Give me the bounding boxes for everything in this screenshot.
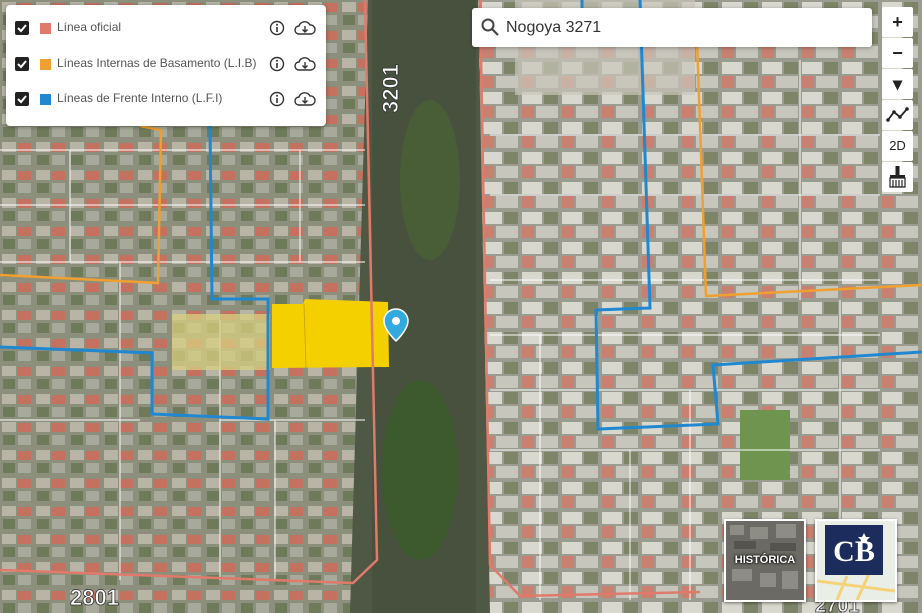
layer-checkbox[interactable] (15, 21, 29, 35)
coldwell-banker-cb-logo: CB (817, 521, 895, 600)
layer-color-swatch (40, 59, 51, 70)
cloud-download-icon[interactable] (294, 20, 316, 36)
brand-basemap-thumbnail[interactable]: CB (815, 519, 897, 602)
street-number-label: 2801 (70, 585, 119, 610)
svg-text:CB: CB (833, 535, 875, 568)
line-measure-icon (886, 107, 909, 122)
historical-basemap-thumbnail[interactable]: HISTÓRICA (724, 519, 806, 602)
minus-icon: − (892, 43, 903, 63)
street-number-label: 3201 (378, 64, 403, 113)
layer-checkbox[interactable] (15, 92, 29, 106)
layer-label: Líneas de Frente Interno (L.F.I) (57, 91, 223, 105)
compass-icon: ▾ (892, 74, 903, 94)
view-mode-button[interactable]: 2D (882, 131, 913, 161)
layer-color-swatch (40, 94, 51, 105)
address-search-box (472, 8, 872, 47)
info-circle-icon[interactable] (269, 20, 285, 36)
cloud-download-icon[interactable] (294, 56, 316, 72)
cloud-download-icon[interactable] (294, 91, 316, 107)
broom-icon (889, 166, 906, 188)
info-circle-icon[interactable] (269, 91, 285, 107)
layer-legend-panel: Línea oficial Líneas Internas de Basamen… (6, 5, 326, 126)
measure-button[interactable] (882, 100, 913, 130)
zoom-in-button[interactable]: + (882, 7, 913, 37)
clear-button[interactable] (882, 162, 913, 192)
layer-row-lfi: Líneas de Frente Interno (L.F.I) (6, 84, 326, 114)
view-mode-label: 2D (889, 138, 906, 153)
layer-row-linea-oficial: Línea oficial (6, 13, 326, 43)
historical-label: HISTÓRICA (734, 554, 796, 566)
search-input[interactable] (506, 8, 856, 47)
layer-color-swatch (40, 23, 51, 34)
zoom-out-button[interactable]: − (882, 38, 913, 68)
layer-checkbox[interactable] (15, 57, 29, 71)
layer-label: Líneas Internas de Basamento (L.I.B) (57, 56, 257, 70)
info-circle-icon[interactable] (269, 56, 285, 72)
compass-button[interactable]: ▾ (882, 69, 913, 99)
layer-label: Línea oficial (57, 20, 122, 34)
search-icon[interactable] (480, 17, 500, 37)
plus-icon: + (892, 12, 903, 32)
layer-row-lib: Líneas Internas de Basamento (L.I.B) (6, 49, 326, 79)
